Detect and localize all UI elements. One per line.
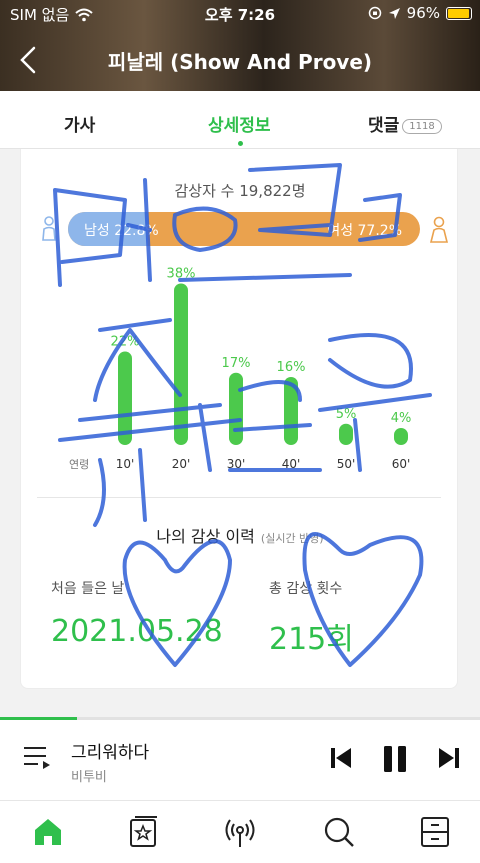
nav-library[interactable] xyxy=(418,815,452,849)
male-ratio-label: 남성 22.8% xyxy=(84,223,159,239)
age-tick-label: 40' xyxy=(282,457,301,471)
tab-bar: 가사 상세정보 댓글 1118 xyxy=(0,91,480,149)
age-bar-value-label: 16% xyxy=(277,360,306,375)
library-icon xyxy=(421,817,449,847)
details-content[interactable]: 감상자 수 19,822명 남성 22.8% 여성 77.2% 연령 22% 10'… xyxy=(0,149,480,719)
divider xyxy=(37,497,441,498)
playlist-icon[interactable] xyxy=(22,744,52,772)
age-tick-label: 30' xyxy=(227,457,246,471)
next-track-icon[interactable] xyxy=(438,744,460,772)
age-bar-value-label: 22% xyxy=(111,335,140,350)
age-tick-label: 60' xyxy=(392,457,411,471)
age-bar-chart: 연령 22% 10' 38% 20' 17% 30' 16% 40' 5% 50' 4% 60' xyxy=(69,267,412,472)
listener-count: 감상자 수 19,822명 xyxy=(174,182,306,200)
total-plays-value: 215회 xyxy=(269,622,354,657)
previous-track-icon[interactable] xyxy=(330,744,352,772)
age-bar-value-label: 4% xyxy=(391,411,412,426)
male-person-icon xyxy=(42,216,56,241)
header-background: SIM 없음 오후 7:26 96% 피날레 (Show And Prove) xyxy=(0,0,480,91)
stats-card: 감상자 수 19,822명 남성 22.8% 여성 77.2% 연령 22% 10'… xyxy=(20,149,458,689)
history-note: (실시간 반영) xyxy=(260,532,324,545)
gender-ratio-bar: 남성 22.8% 여성 77.2% xyxy=(68,212,420,246)
tab-comments[interactable]: 댓글 1118 xyxy=(368,111,442,136)
age-tick-label: 50' xyxy=(337,457,356,471)
battery-percent: 96% xyxy=(406,4,440,22)
age-bar xyxy=(229,372,243,445)
nav-for-you[interactable] xyxy=(127,815,161,849)
now-playing-artist: 비투비 xyxy=(71,770,107,785)
star-card-icon xyxy=(130,816,157,847)
age-bar xyxy=(394,428,408,445)
history-heading: 나의 감상 이력 (실시간 반영) xyxy=(21,523,459,547)
status-bar: SIM 없음 오후 7:26 96% xyxy=(0,0,480,28)
tab-label: 상세정보 xyxy=(208,116,271,136)
podcast-icon xyxy=(225,819,255,847)
tab-details[interactable]: 상세정보 xyxy=(208,111,271,136)
nav-podcast[interactable] xyxy=(223,815,257,849)
age-bar-value-label: 17% xyxy=(222,356,251,371)
active-tab-indicator xyxy=(238,141,243,146)
total-plays-label: 총 감상 횟수 xyxy=(269,581,343,597)
tab-label: 댓글 xyxy=(368,116,400,136)
nav-search[interactable] xyxy=(322,815,356,849)
comment-count-badge: 1118 xyxy=(402,119,442,134)
age-bar xyxy=(339,423,353,445)
orientation-lock-icon xyxy=(368,6,381,20)
page-title: 피날레 (Show And Prove) xyxy=(107,50,373,74)
age-bar-value-label: 5% xyxy=(336,407,357,422)
tab-label: 가사 xyxy=(64,116,96,136)
female-person-icon xyxy=(429,216,449,243)
search-icon xyxy=(324,817,354,847)
nav-home[interactable] xyxy=(31,815,65,849)
age-axis-label: 연령 xyxy=(69,458,89,471)
bottom-navigation xyxy=(0,800,480,863)
age-bar-value-label: 38% xyxy=(167,267,196,282)
home-icon xyxy=(35,819,61,845)
age-bar xyxy=(118,351,132,445)
tab-lyrics[interactable]: 가사 xyxy=(64,111,95,136)
age-tick-label: 10' xyxy=(116,457,135,471)
age-bar xyxy=(284,377,298,445)
first-listened-value: 2021.05.28 xyxy=(51,614,223,649)
history-title: 나의 감상 이력 xyxy=(156,527,255,546)
age-tick-label: 20' xyxy=(172,457,191,471)
age-bar xyxy=(174,283,188,445)
first-listened-label: 처음 들은 날 xyxy=(51,581,125,597)
pause-icon[interactable] xyxy=(382,744,408,774)
mini-player[interactable]: 그리워하다 비투비 xyxy=(0,720,480,800)
location-icon xyxy=(388,7,400,19)
now-playing-title: 그리워하다 xyxy=(71,743,150,763)
battery-icon xyxy=(446,6,472,20)
female-ratio-label: 여성 77.2% xyxy=(327,223,402,239)
